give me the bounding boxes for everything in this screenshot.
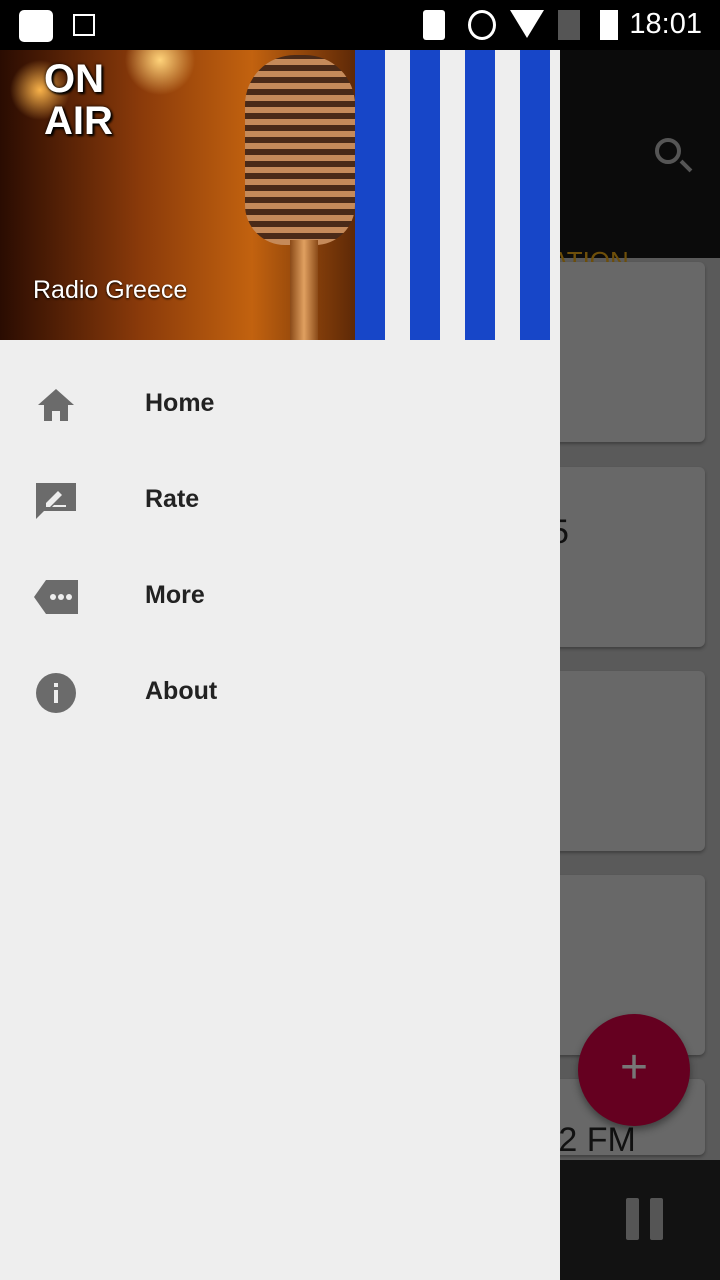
drawer-item-label: Rate: [145, 485, 200, 513]
home-icon: [38, 389, 74, 421]
navigation-drawer: ON AIR Radio Greece Home Rate More About: [0, 50, 560, 1280]
image-icon: [73, 14, 95, 36]
vibrate-icon: [423, 10, 445, 40]
notification-icon: [19, 10, 53, 42]
drawer-item-label: More: [145, 581, 205, 609]
info-icon: [36, 673, 76, 713]
on-air-logo: ON AIR: [44, 57, 113, 143]
drawer-header: ON AIR Radio Greece: [0, 50, 560, 340]
pause-icon[interactable]: [650, 1198, 663, 1240]
drawer-item-label: About: [145, 677, 218, 705]
drawer-item-about[interactable]: About: [0, 645, 560, 741]
greek-flag-image: [355, 50, 560, 340]
add-station-button[interactable]: +: [578, 1014, 690, 1126]
drawer-item-rate[interactable]: Rate: [0, 453, 560, 549]
wifi-icon: [510, 10, 544, 38]
no-sim-icon: [558, 10, 580, 40]
battery-icon: [600, 10, 618, 40]
alarm-icon: [468, 10, 496, 40]
search-icon[interactable]: [655, 138, 681, 164]
rate-review-icon: [36, 483, 76, 519]
clock: 18:01: [629, 8, 702, 40]
drawer-item-label: Home: [145, 389, 215, 417]
drawer-item-more[interactable]: More: [0, 549, 560, 645]
drawer-item-home[interactable]: Home: [0, 357, 560, 453]
pause-icon[interactable]: [626, 1198, 639, 1240]
microphone-image: [245, 55, 355, 245]
microphone-stand: [290, 240, 318, 340]
more-label-icon: [34, 580, 78, 614]
status-bar: 18:01: [0, 0, 720, 50]
drawer-title: Radio Greece: [33, 276, 188, 304]
